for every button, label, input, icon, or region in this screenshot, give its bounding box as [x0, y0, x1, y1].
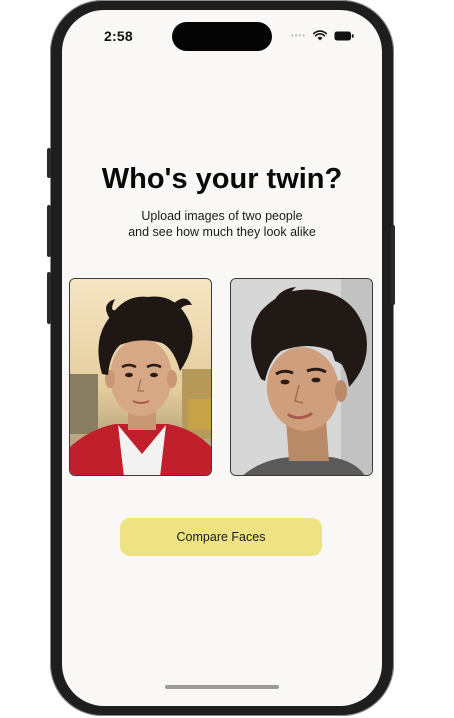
silent-switch [47, 148, 51, 178]
photo-upload-slot-left[interactable] [69, 278, 212, 476]
compare-faces-label: Compare Faces [176, 530, 266, 544]
home-indicator[interactable] [165, 685, 279, 689]
wifi-icon [313, 30, 327, 41]
uploaded-face-photo-2 [231, 279, 372, 475]
app-screen: 2:58 •••• Who's your twin? Upload images… [62, 10, 382, 706]
power-button [391, 225, 395, 305]
status-icons: •••• [291, 30, 354, 41]
uploaded-face-photo-1 [70, 279, 211, 475]
dynamic-island [172, 22, 272, 51]
signal-dots-icon: •••• [290, 31, 306, 40]
battery-icon [334, 31, 354, 40]
subtitle-line-1: Upload images of two people [141, 209, 303, 223]
volume-down-button [47, 272, 51, 324]
page-title: Who's your twin? [101, 163, 343, 195]
page-subtitle: Upload images of two people and see how … [62, 208, 382, 240]
photo-upload-slot-right[interactable] [230, 278, 373, 476]
volume-up-button [47, 205, 51, 257]
status-time: 2:58 [104, 28, 133, 44]
subtitle-line-2: and see how much they look alike [128, 225, 316, 239]
compare-faces-button[interactable]: Compare Faces [120, 518, 322, 556]
